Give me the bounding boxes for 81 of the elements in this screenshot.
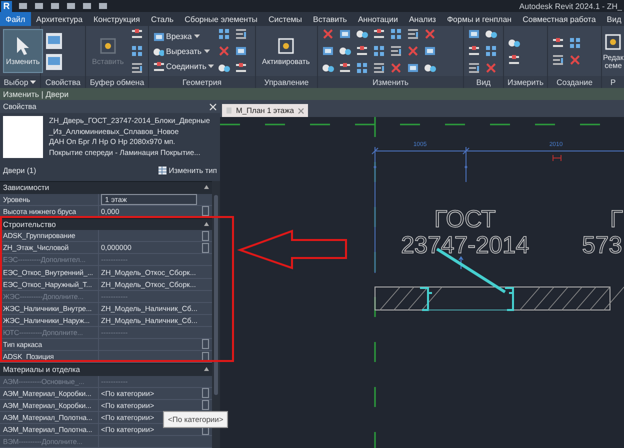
- caret-icon: [208, 63, 214, 69]
- tool-icon[interactable]: [507, 52, 521, 66]
- tool-icon[interactable]: [321, 44, 335, 58]
- door-tag: ГОСТ: [434, 206, 496, 233]
- tool-icon[interactable]: [372, 44, 386, 58]
- tool-icon[interactable]: [372, 61, 386, 75]
- table-icon: [158, 166, 167, 175]
- tool-icon[interactable]: [372, 27, 386, 41]
- ribbon-tab[interactable]: Совместная работа: [517, 12, 602, 26]
- tool-icon[interactable]: [467, 27, 481, 41]
- caret-icon: [204, 48, 210, 54]
- ribbon-button[interactable]: Соединить: [152, 60, 214, 72]
- tool-icon[interactable]: [467, 61, 481, 75]
- window-title: Autodesk Revit 2024.1 - ZH_: [519, 2, 623, 10]
- tool-icon[interactable]: [355, 44, 369, 58]
- ribbon-button[interactable]: Врезка: [152, 30, 214, 42]
- tool-icon[interactable]: [338, 61, 352, 75]
- caret-icon: [194, 33, 200, 39]
- tool-icon[interactable]: [484, 44, 498, 58]
- caret-icon[interactable]: [30, 79, 36, 85]
- group-label: Изменить: [372, 78, 409, 86]
- tool-icon[interactable]: [551, 36, 565, 50]
- arrow-icon: [458, 256, 464, 270]
- constraint-icon: [552, 154, 562, 162]
- ribbon-tab[interactable]: Вид: [601, 12, 624, 26]
- ribbon-tab[interactable]: Конструкция: [88, 12, 146, 26]
- ribbon-tab[interactable]: Архитектура: [30, 12, 88, 26]
- tool-icon[interactable]: [234, 27, 248, 41]
- tool-icon[interactable]: [338, 27, 352, 41]
- collapse-icon[interactable]: [204, 222, 209, 227]
- app-logo[interactable]: R: [1, 0, 12, 12]
- group-label: Создание: [556, 78, 593, 86]
- group-label: Управление: [264, 78, 309, 86]
- group-label: Геометрия: [182, 78, 222, 86]
- tool-icon[interactable]: [234, 44, 248, 58]
- context-label: Изменить | Двери: [3, 90, 69, 98]
- collapse-icon[interactable]: [204, 367, 209, 372]
- ribbon-tab[interactable]: Формы и генплан: [441, 12, 518, 26]
- tool-icon[interactable]: [217, 27, 232, 41]
- group-label: Вид: [476, 78, 491, 86]
- group-label: Измерить: [507, 78, 544, 86]
- door-tag: 573: [582, 232, 622, 259]
- tool-icon[interactable]: [389, 44, 403, 58]
- tool-icon: [603, 32, 624, 52]
- tool-icon: [152, 30, 164, 42]
- document-icon: [226, 107, 232, 114]
- door-tag: 23747-2014: [400, 232, 530, 259]
- tool-icon[interactable]: [130, 44, 144, 58]
- tool-icon[interactable]: [234, 61, 248, 75]
- group-label: Выбор: [4, 78, 36, 86]
- tool-icon[interactable]: [551, 52, 565, 66]
- ribbon-button[interactable]: Вырезать: [152, 45, 214, 57]
- type-preview: [3, 116, 43, 158]
- ribbon-tab[interactable]: Вставить: [308, 12, 352, 26]
- close-icon: [298, 108, 304, 114]
- tool-icon[interactable]: [406, 27, 420, 41]
- group-label: Буфер обмена: [90, 78, 144, 86]
- ribbon-tab[interactable]: Анализ: [403, 12, 442, 26]
- properties-icon[interactable]: [44, 32, 64, 50]
- ribbon-tab[interactable]: Файл: [0, 12, 31, 26]
- tool-icon[interactable]: [130, 27, 144, 41]
- tool-icon[interactable]: [355, 61, 369, 75]
- ribbon-tab[interactable]: Сталь: [145, 12, 180, 26]
- tool-icon[interactable]: [423, 44, 437, 58]
- group-label: Р: [610, 78, 616, 86]
- ribbon-tab[interactable]: Системы: [263, 12, 308, 26]
- tool-icon: [98, 36, 118, 56]
- tool-icon[interactable]: [389, 27, 403, 41]
- properties-icon[interactable]: [44, 52, 64, 70]
- tool-icon: [276, 36, 296, 56]
- tool-icon: [152, 60, 164, 72]
- door-tag: Г: [610, 206, 623, 233]
- tool-icon[interactable]: [406, 61, 420, 75]
- tool-icon[interactable]: [130, 61, 144, 75]
- close-icon[interactable]: [209, 102, 217, 110]
- ribbon-tab[interactable]: Аннотации: [352, 12, 404, 26]
- group-label: Свойства: [45, 78, 81, 86]
- tool-icon[interactable]: [568, 36, 582, 50]
- collapse-icon[interactable]: [204, 185, 209, 190]
- ribbon-tab[interactable]: Сборные элементы: [179, 12, 263, 26]
- tool-icon[interactable]: [467, 44, 481, 58]
